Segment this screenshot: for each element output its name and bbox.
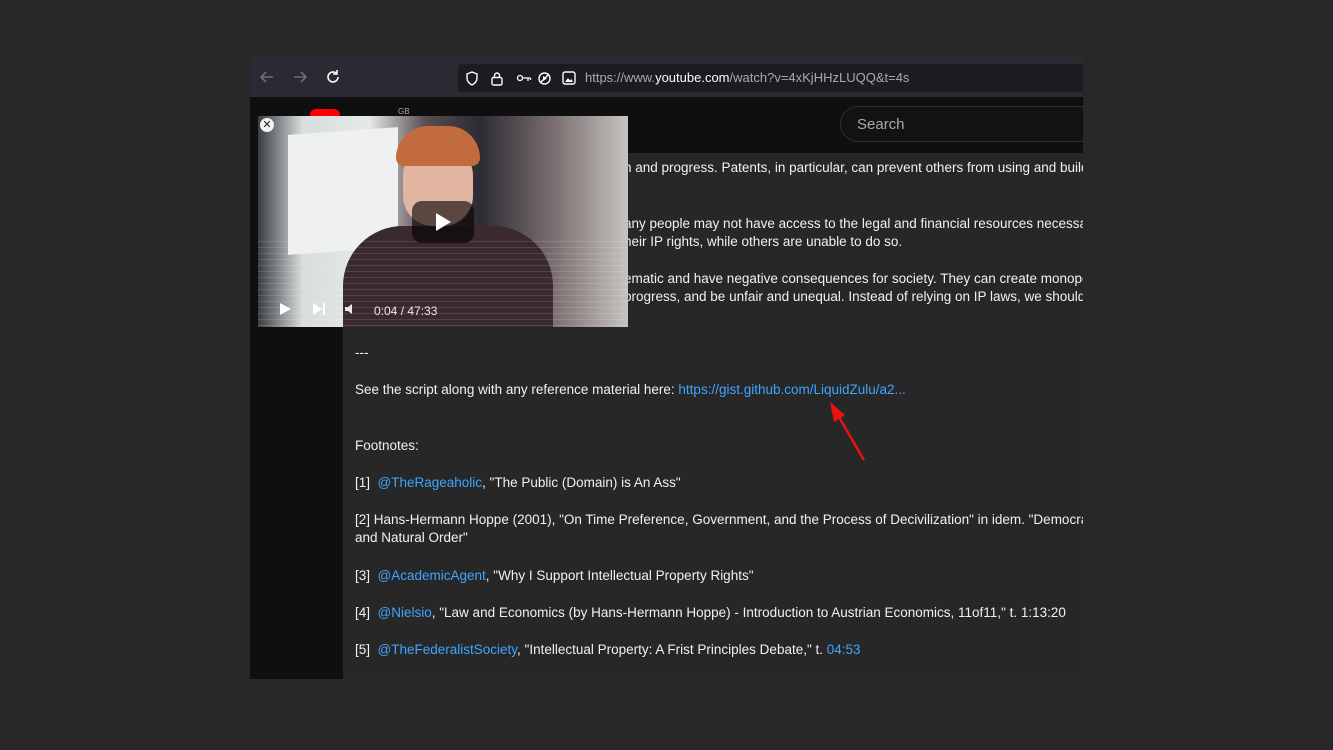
forward-button[interactable]: [290, 67, 310, 87]
description-line: any people may not have access to the le…: [624, 216, 1083, 231]
script-link[interactable]: https://gist.github.com/LiquidZulu/a2...: [678, 382, 905, 397]
footnote-1: [1] @TheRageaholic, "The Public (Domain)…: [355, 475, 681, 490]
footnote-4: [4] @Nielsio, "Law and Economics (by Han…: [355, 605, 1066, 620]
play-icon: [280, 303, 291, 315]
footnote-text: , "The Public (Domain) is An Ass": [482, 475, 681, 490]
player-controls: 0:04 / 47:33: [258, 294, 628, 327]
arrow-left-icon: [259, 71, 273, 83]
url-prefix: https://www.: [585, 70, 656, 85]
script-label: See the script along with any reference …: [355, 382, 679, 397]
skip-next-icon: [313, 303, 325, 315]
browser-toolbar: https://www.youtube.com/watch?v=4xKjHHzL…: [250, 57, 1083, 97]
footnote-text: , "Law and Economics (by Hans-Hermann Ho…: [431, 605, 1066, 620]
autoplay-blocked-icon[interactable]: [536, 70, 552, 86]
footnote-5: [5] @TheFederalistSociety, "Intellectual…: [355, 642, 861, 657]
channel-link[interactable]: @TheFederalistSociety: [378, 642, 518, 657]
footnote-number: [4]: [355, 605, 371, 620]
description-line: n and progress. Patents, in particular, …: [624, 160, 1083, 175]
timestamp-link[interactable]: 04:53: [827, 642, 861, 657]
url-path: /watch?v=4xKjHHzLUQQ&t=4s: [729, 70, 910, 85]
search-placeholder: Search: [857, 116, 905, 133]
footnote-3: [3] @AcademicAgent, "Why I Support Intel…: [355, 568, 754, 583]
footnotes-heading: Footnotes:: [355, 438, 419, 453]
playback-time: 0:04 / 47:33: [374, 304, 438, 318]
image-icon[interactable]: [561, 70, 577, 86]
script-line: See the script along with any reference …: [355, 382, 906, 397]
person-hair: [396, 126, 480, 166]
separator-text: ---: [355, 345, 369, 360]
channel-link[interactable]: @AcademicAgent: [378, 568, 486, 583]
permissions-key-icon[interactable]: [515, 70, 535, 86]
footnote-number: [5]: [355, 642, 371, 657]
url-host: youtube.com: [655, 70, 730, 85]
next-control[interactable]: [312, 302, 326, 316]
url-text[interactable]: https://www.youtube.com/watch?v=4xKjHHzL…: [585, 70, 909, 85]
annotation-arrow-icon: [830, 402, 866, 461]
play-icon: [436, 213, 451, 231]
shield-icon[interactable]: [464, 70, 480, 86]
region-code: GB: [398, 107, 410, 116]
footnote-number: [1]: [355, 475, 371, 490]
reload-icon: [327, 70, 339, 83]
back-button[interactable]: [257, 67, 277, 87]
search-input[interactable]: Search: [840, 106, 1083, 142]
footnote-text: , "Why I Support Intellectual Property R…: [485, 568, 754, 583]
play-control[interactable]: [278, 302, 292, 316]
channel-link[interactable]: @Nielsio: [378, 605, 432, 620]
channel-link[interactable]: @TheRageaholic: [378, 475, 483, 490]
play-button-overlay[interactable]: [412, 201, 474, 243]
arrow-right-icon: [294, 71, 308, 83]
volume-icon: [345, 304, 352, 314]
description-line: heir IP rights, while others are unable …: [624, 234, 903, 249]
description-line: ematic and have negative consequences fo…: [624, 271, 1083, 286]
url-bar[interactable]: https://www.youtube.com/watch?v=4xKjHHzL…: [458, 64, 1083, 92]
footnote-text: , "Intellectual Property: A Frist Princi…: [517, 642, 827, 657]
miniplayer[interactable]: ✕ 0:04 / 47:33: [258, 116, 628, 327]
miniplayer-close-button[interactable]: ✕: [260, 118, 274, 132]
reload-button[interactable]: [323, 67, 343, 87]
lock-icon[interactable]: [489, 70, 505, 86]
footnote-2-line-1: [2] Hans-Hermann Hoppe (2001), "On Time …: [355, 512, 1083, 527]
volume-control[interactable]: [344, 302, 358, 316]
footnote-2-line-2: and Natural Order": [355, 530, 468, 545]
footnote-number: [3]: [355, 568, 371, 583]
description-line: progress, and be unfair and unequal. Ins…: [624, 289, 1083, 304]
